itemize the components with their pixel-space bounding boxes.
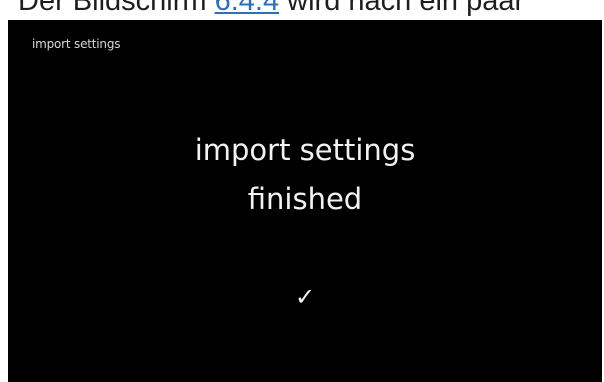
section-link[interactable]: 6.4.4	[215, 0, 280, 17]
manual-caption: Der Bildschirm 6.4.4 wird nach ein paar	[18, 0, 524, 18]
manual-caption-strip: Der Bildschirm 6.4.4 wird nach ein paar	[0, 0, 604, 20]
status-message-line-2: finished	[247, 182, 363, 216]
status-message: import settings finished	[8, 126, 602, 224]
caption-text-after: wird nach ein paar	[279, 0, 525, 17]
checkmark-icon: ✓	[294, 283, 316, 311]
screen-title: import settings	[32, 37, 121, 51]
status-message-line-1: import settings	[194, 133, 416, 167]
device-screen: import settings import settings finished…	[8, 20, 602, 382]
caption-text-before: Der Bildschirm	[18, 0, 215, 17]
